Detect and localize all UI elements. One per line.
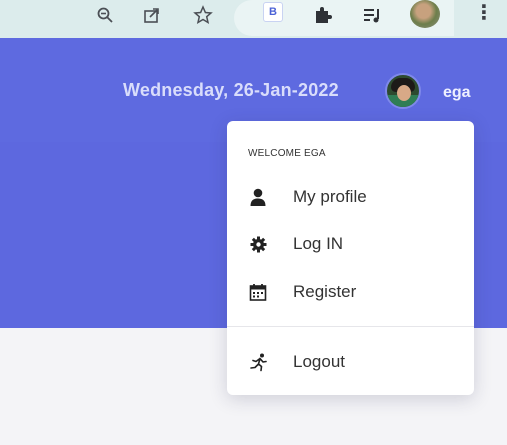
- header-username[interactable]: ega: [443, 84, 471, 102]
- menu-item-my-profile[interactable]: My profile: [227, 177, 474, 217]
- page: B ⋮ Wednesday, 26-Jan-2022 ega WELCOME E…: [0, 0, 507, 445]
- avatar-face: [397, 85, 411, 101]
- running-person-icon: [248, 352, 268, 372]
- menu-item-logout[interactable]: Logout: [227, 342, 474, 382]
- menu-item-log-in[interactable]: Log IN: [227, 224, 474, 264]
- zoom-icon[interactable]: [92, 2, 118, 28]
- gear-icon: [248, 234, 268, 254]
- extension-b-badge[interactable]: B: [263, 2, 283, 22]
- menu-item-label: Log IN: [293, 234, 344, 253]
- user-avatar[interactable]: [385, 73, 421, 109]
- menu-welcome-heading: WELCOME EGA: [248, 148, 326, 159]
- menu-item-label: Register: [293, 282, 357, 301]
- menu-item-register[interactable]: Register: [227, 272, 474, 312]
- media-icon[interactable]: [359, 2, 385, 28]
- star-icon[interactable]: [190, 2, 216, 28]
- user-dropdown-menu: WELCOME EGA My profile Log IN Register L…: [227, 121, 474, 395]
- share-icon[interactable]: [139, 2, 165, 28]
- header-date: Wednesday, 26-Jan-2022: [123, 80, 339, 100]
- puzzle-icon[interactable]: [310, 2, 336, 28]
- user-icon: [248, 187, 268, 207]
- calendar-icon: [248, 282, 268, 302]
- browser-toolbar: B ⋮: [0, 0, 507, 38]
- browser-menu-icon[interactable]: ⋮: [474, 1, 494, 27]
- browser-profile-avatar[interactable]: [410, 0, 440, 28]
- menu-item-label: Logout: [293, 352, 345, 371]
- menu-divider: [227, 326, 474, 327]
- menu-item-label: My profile: [293, 187, 367, 206]
